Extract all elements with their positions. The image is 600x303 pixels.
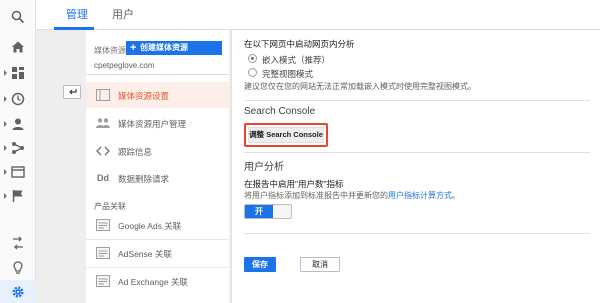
divider	[86, 74, 229, 75]
radio-fullview-label: 完整视图模式	[262, 69, 314, 79]
create-resource-label: 创建媒体资源	[140, 43, 188, 52]
property-settings-icon	[96, 89, 110, 101]
attribution-icon[interactable]	[0, 232, 36, 254]
users-hint-suffix: 。	[452, 191, 460, 200]
divider	[244, 152, 590, 153]
search-icon[interactable]	[0, 6, 36, 28]
save-button[interactable]: 保存	[244, 257, 276, 272]
inpage-analysis-heading: 在以下网页中启动网页内分析	[244, 39, 355, 49]
property-domain[interactable]: cpetpeglove.com	[94, 61, 154, 70]
plus-icon: +	[130, 42, 137, 54]
divider	[244, 233, 590, 234]
users-metric-toggle[interactable]: 开	[244, 204, 292, 219]
left-rail	[0, 0, 36, 303]
acquisition-icon[interactable]	[0, 137, 36, 159]
radio-embedded-mode[interactable]	[248, 54, 257, 63]
users-icon	[96, 117, 110, 129]
nav-item-data-deletion[interactable]: Dd 数据删除请求	[86, 165, 229, 191]
resource-label: 媒体资源	[94, 46, 126, 55]
back-arrow-icon	[68, 89, 77, 95]
collapse-back-button[interactable]	[63, 85, 81, 99]
google-ads-icon	[96, 219, 110, 231]
nav-item-label: 跟踪信息	[118, 147, 153, 157]
code-icon	[96, 145, 110, 157]
cancel-button[interactable]: 取消	[300, 257, 340, 272]
nav-item-user-management[interactable]: 媒体资源用户管理	[86, 110, 229, 136]
admin-nav-column: 媒体资源 + 创建媒体资源 cpetpeglove.com 媒体资源设置 媒体资…	[86, 30, 229, 303]
ad-exchange-icon	[96, 275, 110, 287]
user-analysis-title: 用户分析	[244, 162, 284, 173]
nav-item-adsense-link[interactable]: AdSense 关联	[86, 240, 229, 266]
nav-item-label: Ad Exchange 关联	[118, 277, 188, 287]
product-linking-heading: 产品关联	[94, 202, 126, 211]
tab-user[interactable]: 用户	[112, 0, 134, 30]
radio-embedded-label: 嵌入模式（推荐）	[262, 55, 331, 65]
home-icon[interactable]	[0, 36, 36, 58]
nav-item-ad-exchange-link[interactable]: Ad Exchange 关联	[86, 268, 229, 294]
enable-users-metric-label: 在报告中启用"用户数"指标	[244, 179, 344, 189]
create-resource-button[interactable]: + 创建媒体资源	[126, 41, 222, 55]
customization-icon[interactable]	[0, 62, 36, 84]
adsense-icon	[96, 247, 110, 259]
top-tab-bar: 管理 用户	[36, 0, 600, 30]
person-icon[interactable]	[0, 113, 36, 135]
property-settings-panel: 在以下网页中启动网页内分析 嵌入模式（推荐） 完整视图模式 建议您仅在您的网站无…	[232, 30, 600, 303]
nav-item-property-settings[interactable]: 媒体资源设置	[86, 82, 229, 108]
nav-item-label: Google Ads 关联	[118, 221, 182, 231]
nav-item-tracking-info[interactable]: 跟踪信息	[86, 138, 229, 164]
users-hint-prefix: 将用户指标添加到标准报告中并更新您的	[244, 191, 388, 200]
nav-item-label: 数据删除请求	[118, 174, 170, 184]
flag-icon[interactable]	[0, 185, 36, 207]
tab-admin[interactable]: 管理	[66, 0, 88, 30]
admin-gear-icon[interactable]	[0, 280, 36, 303]
search-console-title: Search Console	[244, 106, 316, 117]
radio-fullview-mode[interactable]	[248, 68, 257, 77]
clock-icon[interactable]	[0, 88, 36, 110]
nav-item-label: 媒体资源设置	[118, 91, 170, 101]
dd-icon: Dd	[97, 173, 109, 183]
users-metric-calc-link[interactable]: 用户指标计算方式	[388, 191, 452, 200]
toggle-on-label: 开	[245, 205, 273, 218]
users-metric-hint: 将用户指标添加到标准报告中并更新您的用户指标计算方式。	[244, 190, 460, 201]
nav-item-label: AdSense 关联	[118, 249, 172, 259]
nav-item-google-ads-link[interactable]: Google Ads 关联	[86, 212, 229, 238]
behavior-icon[interactable]	[0, 161, 36, 183]
adjust-search-console-button[interactable]: 调整 Search Console	[248, 127, 324, 143]
lightbulb-icon[interactable]	[0, 257, 36, 279]
nav-item-label: 媒体资源用户管理	[118, 119, 187, 129]
inpage-hint: 建议您仅在您的网站无法正常加载嵌入模式时使用完整视图模式。	[244, 82, 476, 91]
divider	[244, 100, 590, 101]
highlight-box: 调整 Search Console	[244, 123, 328, 147]
